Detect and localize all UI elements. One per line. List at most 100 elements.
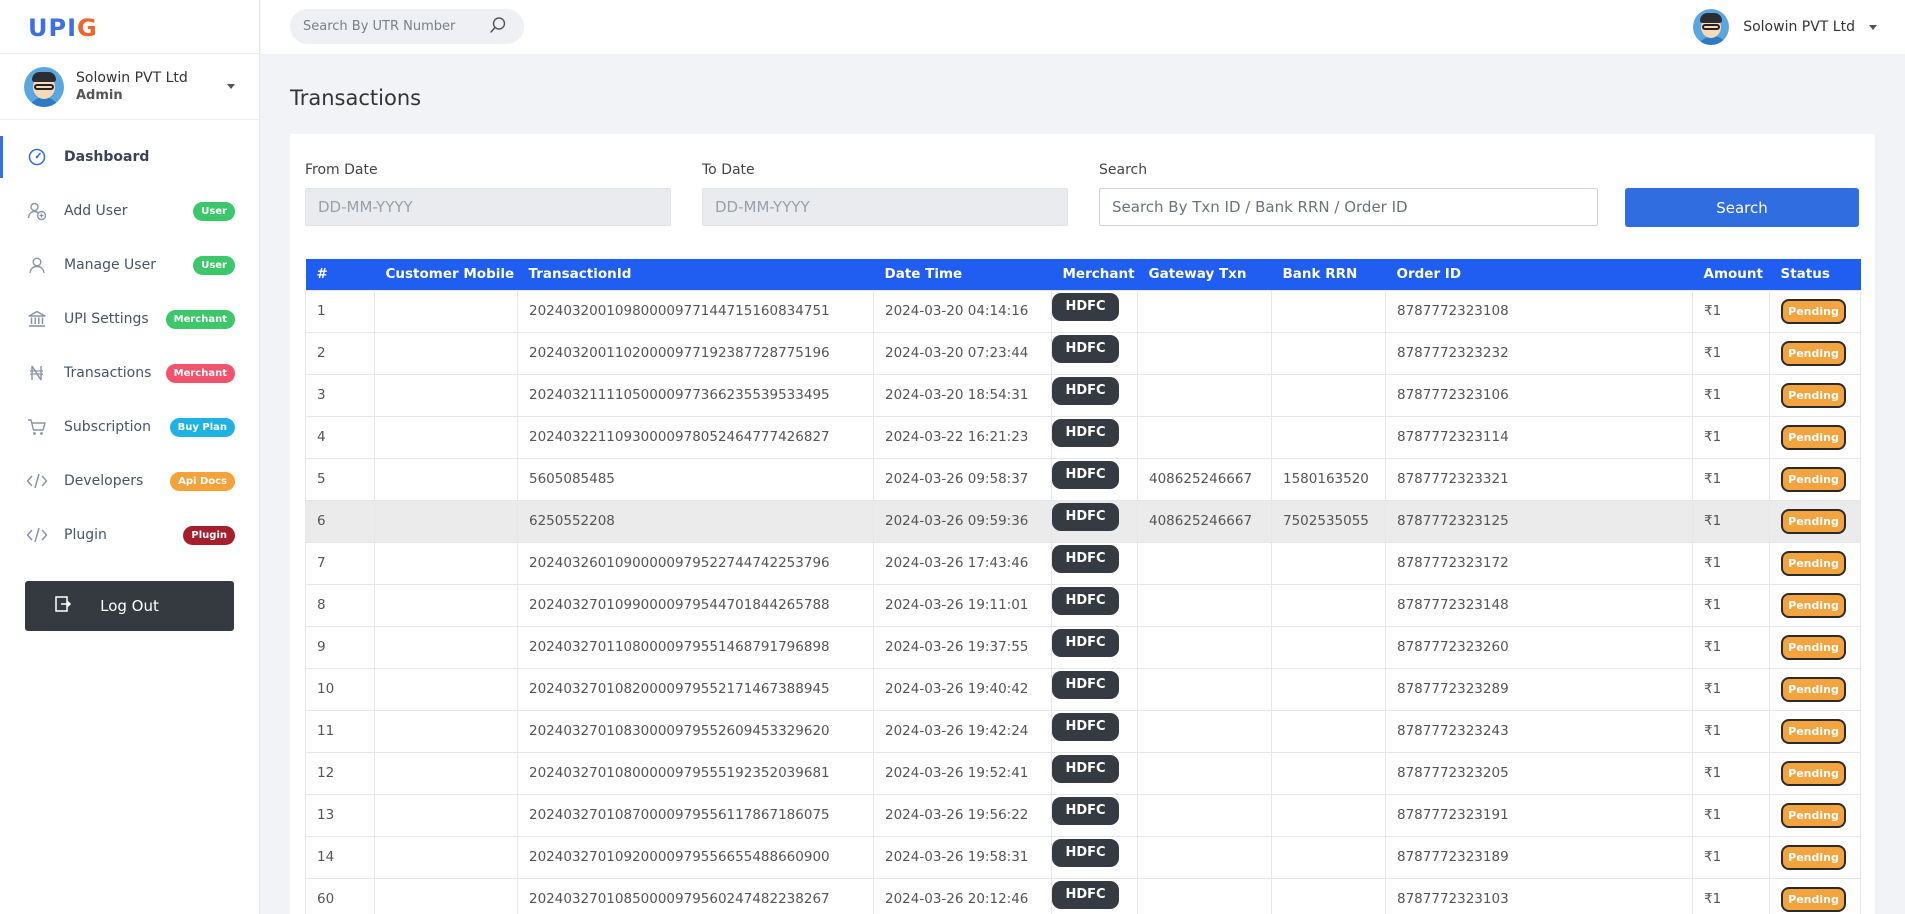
- table-row[interactable]: 14 20240327010920000979556655488660900 202…: [305, 835, 1861, 879]
- column-header[interactable]: Date Time: [873, 259, 1052, 290]
- status-badge[interactable]: Pending: [1781, 844, 1846, 870]
- bank-rrn-cell: [1271, 751, 1386, 795]
- table-row[interactable]: 12 20240327010800000979555192352039681 202…: [305, 751, 1861, 795]
- status-badge[interactable]: Pending: [1781, 466, 1846, 492]
- row-number-cell: 7: [305, 541, 375, 585]
- user-menu[interactable]: Solowin PVT Ltd: [1693, 9, 1877, 45]
- column-header[interactable]: Amount: [1692, 259, 1770, 290]
- merchant-badge: HDFC: [1052, 586, 1119, 615]
- search-button[interactable]: Search: [1625, 188, 1859, 227]
- transaction-id-cell: 20240327010920000979556655488660900: [517, 835, 874, 879]
- status-badge[interactable]: Pending: [1781, 592, 1846, 618]
- app-logo[interactable]: UPIG: [0, 0, 259, 54]
- sidebar-item-label: Plugin: [64, 527, 107, 543]
- gateway-txn-cell: [1137, 877, 1272, 914]
- table-row[interactable]: 5 5605085485 2024-03-26 09:58:37 HDFC 408625…: [305, 457, 1861, 501]
- merchant-cell: HDFC: [1051, 373, 1138, 417]
- table-row[interactable]: 3 20240321111050000977366235539533495 2024…: [305, 373, 1861, 417]
- date-time-cell: 2024-03-26 17:43:46: [873, 541, 1052, 585]
- sidebar-item-upi-settings[interactable]: UPI Settings Merchant: [0, 292, 259, 346]
- row-number-cell: 6: [305, 499, 375, 543]
- sidebar-item-label: Subscription: [64, 419, 151, 435]
- sidebar-item-add-user[interactable]: Add User User: [0, 184, 259, 238]
- merchant-cell: HDFC: [1051, 289, 1138, 333]
- status-badge[interactable]: Pending: [1781, 676, 1846, 702]
- from-date-input[interactable]: [305, 188, 671, 226]
- bank-rrn-cell: [1271, 835, 1386, 879]
- column-header[interactable]: #: [305, 259, 375, 290]
- row-number-cell: 9: [305, 625, 375, 669]
- status-badge[interactable]: Pending: [1781, 298, 1846, 324]
- sidebar-item-dashboard[interactable]: Dashboard: [0, 130, 259, 184]
- order-id-cell: 8787772323191: [1385, 793, 1693, 837]
- user-icon: [26, 254, 48, 276]
- sidebar-profile[interactable]: Solowin PVT Ltd Admin: [0, 54, 259, 120]
- customer-mobile-cell: [374, 835, 518, 879]
- table-row[interactable]: 8 20240327010990000979544701844265788 2024…: [305, 583, 1861, 627]
- customer-mobile-cell: [374, 751, 518, 795]
- status-badge[interactable]: Pending: [1781, 634, 1846, 660]
- logout-button[interactable]: Log Out: [25, 581, 234, 631]
- status-badge[interactable]: Pending: [1781, 718, 1846, 744]
- status-badge[interactable]: Pending: [1781, 340, 1846, 366]
- column-header[interactable]: Bank RRN: [1271, 259, 1386, 290]
- sidebar-item-manage-user[interactable]: Manage User User: [0, 238, 259, 292]
- bank-rrn-cell: [1271, 709, 1386, 753]
- status-cell: Pending: [1769, 877, 1861, 914]
- customer-mobile-cell: [374, 457, 518, 501]
- merchant-badge: HDFC: [1052, 628, 1119, 657]
- customer-mobile-cell: [374, 877, 518, 914]
- table-row[interactable]: 7 20240326010900000979522744742253796 2024…: [305, 541, 1861, 585]
- table-row[interactable]: 4 20240322110930000978052464777426827 2024…: [305, 415, 1861, 459]
- table-row[interactable]: 1 20240320010980000977144715160834751 2024…: [305, 289, 1861, 333]
- to-date-input[interactable]: [702, 188, 1068, 226]
- merchant-badge: HDFC: [1052, 544, 1119, 573]
- status-badge[interactable]: Pending: [1781, 424, 1846, 450]
- column-header[interactable]: Order ID: [1385, 259, 1693, 290]
- sidebar-item-plugin[interactable]: Plugin Plugin: [0, 508, 259, 562]
- table-row[interactable]: 6 6250552208 2024-03-26 09:59:36 HDFC 408625…: [305, 499, 1861, 543]
- avatar: [1693, 9, 1730, 45]
- status-badge[interactable]: Pending: [1781, 550, 1846, 576]
- merchant-badge: HDFC: [1052, 712, 1119, 741]
- table-row[interactable]: 10 20240327010820000979552171467388945 202…: [305, 667, 1861, 711]
- column-header[interactable]: TransactionId: [517, 259, 874, 290]
- sidebar-item-subscription[interactable]: Subscription Buy Plan: [0, 400, 259, 454]
- table-row[interactable]: 13 20240327010870000979556117867186075 202…: [305, 793, 1861, 837]
- bank-rrn-cell: [1271, 415, 1386, 459]
- table-row[interactable]: 2 20240320011020000977192387728775196 2024…: [305, 331, 1861, 375]
- status-badge[interactable]: Pending: [1781, 508, 1846, 534]
- chevron-down-icon[interactable]: [227, 84, 235, 89]
- column-header[interactable]: Merchant: [1051, 259, 1138, 290]
- bank-icon: [26, 308, 48, 330]
- column-header[interactable]: Customer Mobile: [374, 259, 518, 290]
- table-row[interactable]: 60 20240327010850000979560247482238267 202…: [305, 877, 1861, 914]
- status-badge[interactable]: Pending: [1781, 382, 1846, 408]
- transaction-id-cell: 20240327010820000979552171467388945: [517, 667, 874, 711]
- search-icon[interactable]: [489, 16, 509, 36]
- status-badge[interactable]: Pending: [1781, 760, 1846, 786]
- column-header[interactable]: Status: [1769, 259, 1861, 290]
- column-header[interactable]: Gateway Txn: [1137, 259, 1272, 290]
- gateway-txn-cell: [1137, 625, 1272, 669]
- order-id-cell: 8787772323172: [1385, 541, 1693, 585]
- row-number-cell: 60: [305, 877, 375, 914]
- date-time-cell: 2024-03-26 19:40:42: [873, 667, 1052, 711]
- chevron-down-icon[interactable]: [1869, 24, 1877, 30]
- bank-rrn-cell: [1271, 877, 1386, 914]
- sidebar-item-transactions[interactable]: Transactions Merchant: [0, 346, 259, 400]
- merchant-cell: HDFC: [1051, 625, 1138, 669]
- amount-cell: ₹1: [1692, 625, 1770, 669]
- search-input[interactable]: [1099, 188, 1598, 226]
- amount-cell: ₹1: [1692, 877, 1770, 914]
- date-time-cell: 2024-03-26 20:12:46: [873, 877, 1052, 914]
- order-id-cell: 8787772323289: [1385, 667, 1693, 711]
- sidebar-item-developers[interactable]: Developers Api Docs: [0, 454, 259, 508]
- status-cell: Pending: [1769, 499, 1861, 543]
- table-row[interactable]: 9 20240327011080000979551468791796898 2024…: [305, 625, 1861, 669]
- order-id-cell: 8787772323321: [1385, 457, 1693, 501]
- status-badge[interactable]: Pending: [1781, 886, 1846, 912]
- transaction-id-cell: 20240322110930000978052464777426827: [517, 415, 874, 459]
- status-badge[interactable]: Pending: [1781, 802, 1846, 828]
- table-row[interactable]: 11 20240327010830000979552609453329620 202…: [305, 709, 1861, 753]
